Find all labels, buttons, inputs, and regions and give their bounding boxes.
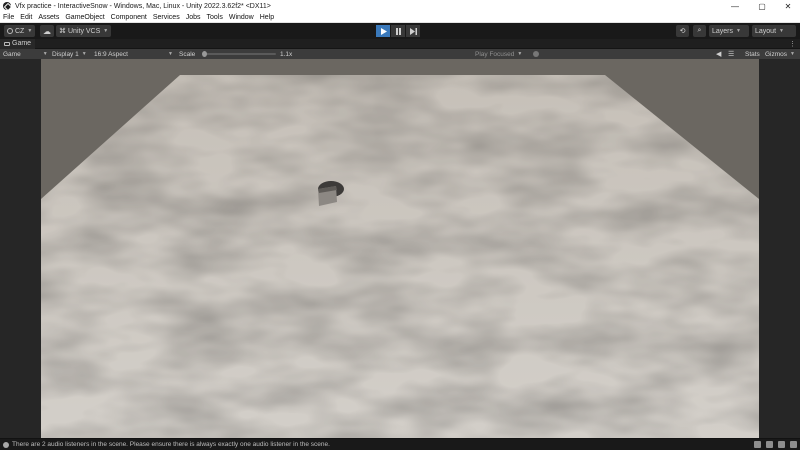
status-bar: There are 2 audio listeners in the scene… <box>0 438 800 450</box>
chevron-down-icon: ▼ <box>736 28 741 34</box>
tab-game[interactable]: Game <box>0 38 36 49</box>
settings-button[interactable]: ☰ <box>728 49 734 59</box>
vcs-dropdown[interactable]: ⌘ Unity VCS ▼ <box>56 25 112 37</box>
scale-slider[interactable] <box>202 51 276 57</box>
gizmos-label: Gizmos <box>765 50 788 58</box>
progress-icon[interactable] <box>754 441 761 448</box>
scale-slider-thumb[interactable] <box>202 51 207 57</box>
menu-component[interactable]: Component <box>111 14 147 21</box>
main-toolbar: CZ ▼ ☁ ⌘ Unity VCS ▼ ⟲ ⌕ Layers ▼ Layout… <box>0 23 800 39</box>
menu-edit[interactable]: Edit <box>20 14 32 21</box>
scale-value: 1.1x <box>280 50 293 58</box>
rendered-scene <box>0 59 800 438</box>
history-icon: ⟲ <box>679 28 686 35</box>
aspect-label: 16:9 Aspect <box>94 50 128 58</box>
speaker-icon <box>533 51 539 57</box>
chevron-down-icon: ▼ <box>779 28 784 34</box>
game-viewport[interactable] <box>0 59 800 438</box>
minimize-icon[interactable]: — <box>722 0 748 12</box>
scale-label: Scale <box>179 50 196 58</box>
chevron-down-icon: ▼ <box>81 51 87 57</box>
letterbox-left <box>0 59 41 438</box>
layout-label: Layout <box>755 27 777 35</box>
step-icon <box>409 27 417 35</box>
layers-label: Layers <box>712 27 734 35</box>
chevron-down-icon: ▼ <box>167 51 173 57</box>
info-icon <box>3 441 9 448</box>
step-button[interactable] <box>406 25 420 37</box>
display-dropdown[interactable]: Display 1 ▼ <box>52 49 87 59</box>
search-icon: ⌕ <box>697 27 702 34</box>
collab-icon[interactable] <box>766 441 773 448</box>
aspect-dropdown[interactable]: 16:9 Aspect ▼ <box>94 49 173 59</box>
menu-tools[interactable]: Tools <box>207 14 223 21</box>
game-mode-dropdown[interactable]: Game ▼ <box>3 49 48 59</box>
tab-game-label: Game <box>12 40 32 47</box>
chevron-down-icon: ▼ <box>790 51 795 57</box>
snow-texture <box>41 75 759 438</box>
menu-file[interactable]: File <box>3 14 14 21</box>
layers-dropdown[interactable]: Layers ▼ <box>709 25 749 37</box>
mute-icon: ◀ <box>716 51 722 58</box>
play-icon <box>380 27 387 35</box>
account-dropdown[interactable]: CZ ▼ <box>4 25 36 37</box>
account-label: CZ <box>15 27 25 35</box>
chevron-down-icon: ▼ <box>103 28 109 34</box>
debug-icon[interactable] <box>778 441 785 448</box>
menu-assets[interactable]: Assets <box>38 14 59 21</box>
more-options-icon[interactable]: ⋮ <box>789 40 796 48</box>
close-icon[interactable]: ✕ <box>775 0 800 12</box>
status-icons <box>754 441 797 448</box>
settings-icon: ☰ <box>728 51 735 58</box>
game-view-toolbar: Game ▼ Display 1 ▼ 16:9 Aspect ▼ Scale 1… <box>0 49 800 59</box>
unity-logo-icon <box>3 2 11 10</box>
chevron-down-icon: ▼ <box>27 28 33 34</box>
playmode-controls <box>376 25 421 37</box>
window-title: Vfx practice - InteractiveSnow - Windows… <box>15 2 271 10</box>
play-button[interactable] <box>376 25 390 37</box>
pause-icon <box>395 27 401 35</box>
display-label: Display 1 <box>52 50 79 58</box>
console-message[interactable]: There are 2 audio listeners in the scene… <box>12 441 330 448</box>
menu-bar: File Edit Assets GameObject Component Se… <box>0 12 800 23</box>
menu-window[interactable]: Window <box>229 14 254 21</box>
play-focused-dropdown[interactable]: Play Focused ▼ <box>475 49 522 59</box>
panel-tab-strip: Game ⋮ <box>0 38 800 49</box>
gizmos-button[interactable]: Gizmos ▼ <box>765 49 795 59</box>
notifications-icon[interactable] <box>790 441 797 448</box>
game-mode-label: Game <box>3 50 21 58</box>
history-button[interactable]: ⟲ <box>676 25 689 37</box>
chevron-down-icon: ▼ <box>517 51 523 57</box>
menu-services[interactable]: Services <box>153 14 180 21</box>
menu-help[interactable]: Help <box>260 14 274 21</box>
maximize-icon[interactable]: ▢ <box>749 0 775 12</box>
pause-button[interactable] <box>391 25 405 37</box>
menu-jobs[interactable]: Jobs <box>186 14 201 21</box>
audio-toggle[interactable] <box>533 49 539 59</box>
stats-button[interactable]: Stats <box>745 49 760 59</box>
play-focused-label: Play Focused <box>475 50 515 58</box>
vcs-icon: ⌘ <box>59 28 66 35</box>
vcs-label: Unity VCS <box>68 27 101 35</box>
account-icon <box>7 28 13 34</box>
cloud-button[interactable]: ☁ <box>40 25 54 37</box>
letterbox-right <box>759 59 800 438</box>
mute-audio-button[interactable]: ◀ <box>716 49 721 59</box>
menu-gameobject[interactable]: GameObject <box>65 14 104 21</box>
title-bar: Vfx practice - InteractiveSnow - Windows… <box>0 0 800 12</box>
cloud-icon: ☁ <box>43 26 51 36</box>
layout-dropdown[interactable]: Layout ▼ <box>752 25 796 37</box>
search-button[interactable]: ⌕ <box>693 25 706 37</box>
game-view-icon <box>4 41 10 46</box>
chevron-down-icon: ▼ <box>42 51 48 57</box>
